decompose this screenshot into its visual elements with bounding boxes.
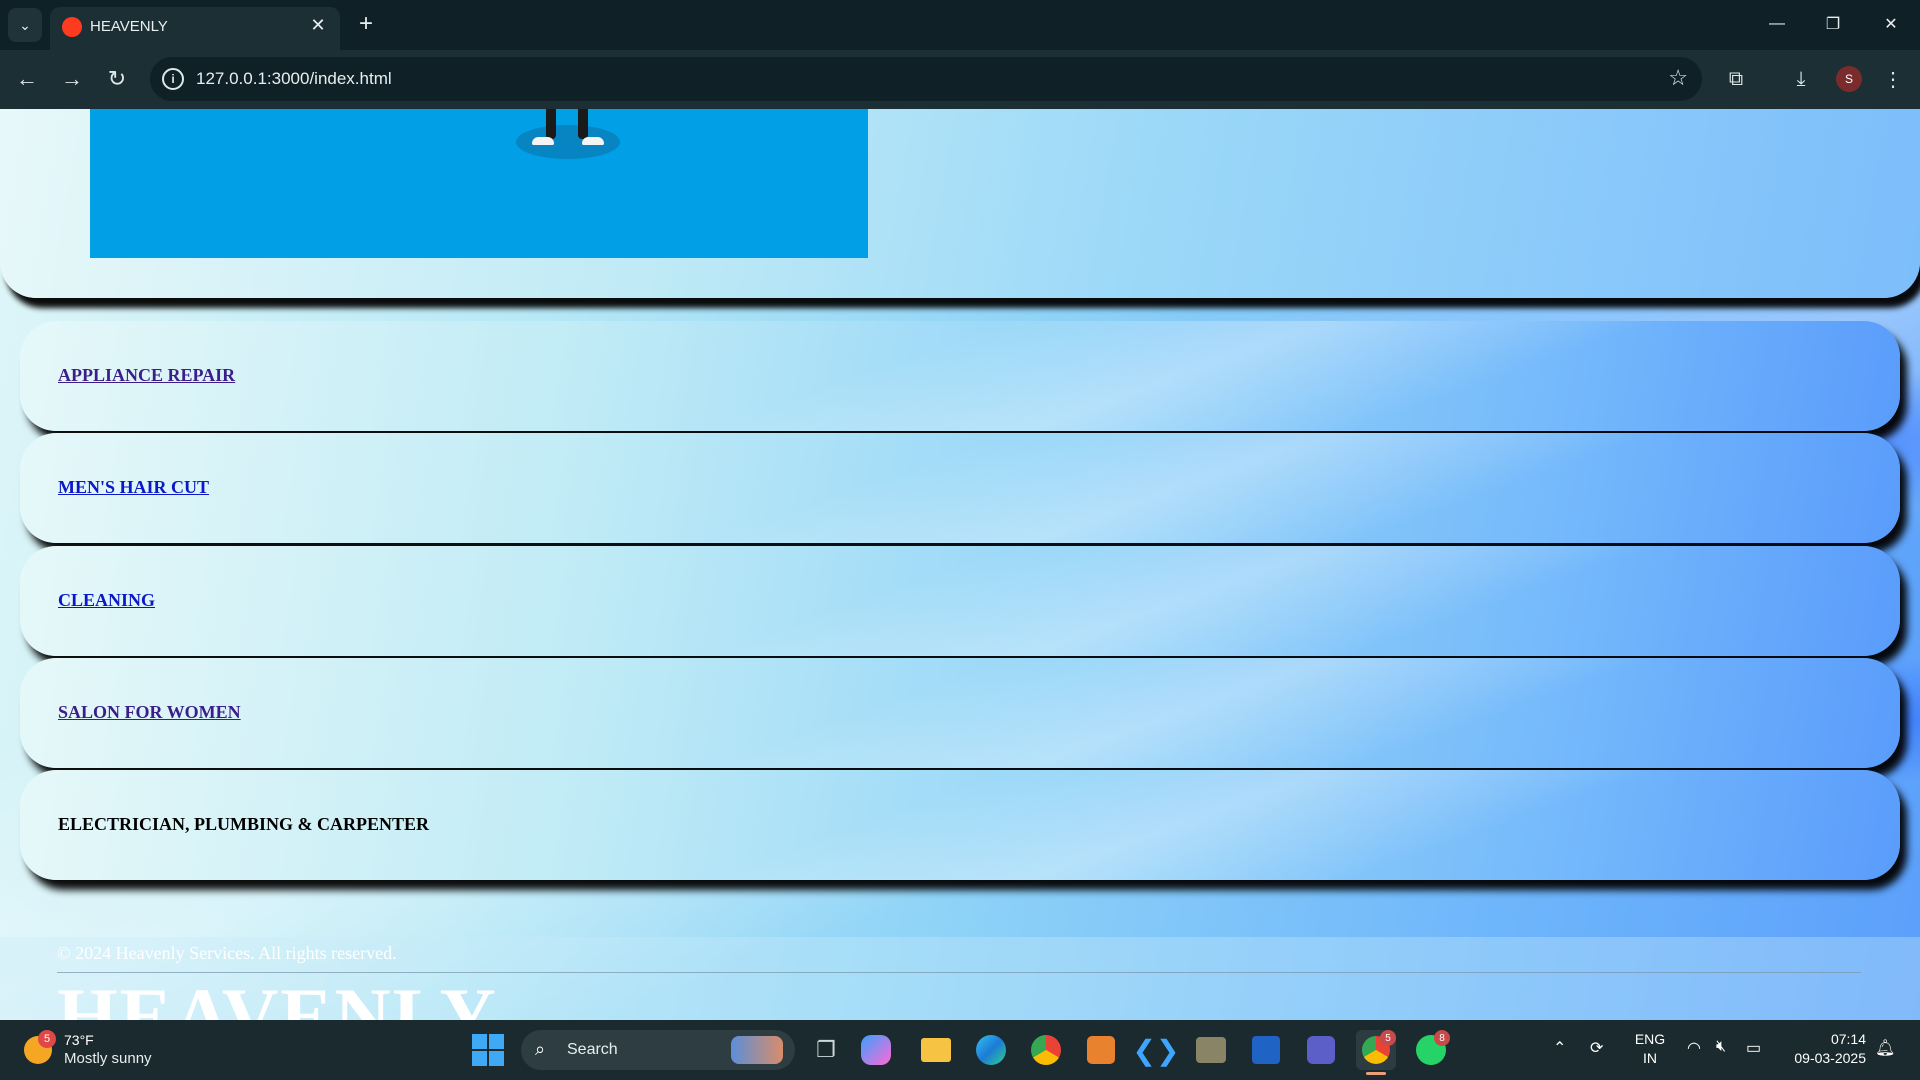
illustration-leg (546, 109, 556, 139)
sync-icon[interactable]: ⟳ (1590, 1038, 1603, 1058)
browser-tab[interactable]: HEAVENLY ✕ (50, 7, 340, 50)
weather-badge: 5 (38, 1030, 56, 1048)
profile-avatar[interactable]: S (1836, 66, 1862, 92)
arrow-left-icon: ← (16, 66, 38, 91)
devc-icon[interactable] (1246, 1030, 1286, 1070)
service-card-cleaning[interactable]: CLEANING (20, 546, 1900, 656)
copilot-icon[interactable] (861, 1035, 891, 1065)
service-label-electrician: ELECTRICIAN, PLUMBING & CARPENTER (58, 814, 430, 834)
tab-bar: ⌄ HEAVENLY ✕ + — ❐ ✕ (0, 0, 1920, 50)
address-bar[interactable]: i 127.0.0.1:3000/index.html ☆ (150, 57, 1702, 101)
arrow-right-icon: → (61, 66, 83, 91)
hero-section (0, 109, 1920, 298)
browser-toolbar: ← → ↻ i 127.0.0.1:3000/index.html ☆ ⧉ ⤓ … (0, 50, 1920, 109)
chrome-badge: 5 (1380, 1030, 1396, 1046)
weather-widget[interactable]: 5 73°F Mostly sunny (24, 1030, 174, 1070)
language-code: ENG (1634, 1031, 1666, 1047)
task-view-icon[interactable]: ❐ (806, 1030, 846, 1070)
illustration-shoe (532, 137, 554, 145)
clock-time: 07:14 (1830, 1031, 1866, 1047)
bookmark-star-icon[interactable]: ☆ (1668, 65, 1688, 91)
extensions-icon[interactable]: ⧉ (1719, 62, 1753, 96)
notification-bell-icon[interactable]: 🔔︎ (1875, 1038, 1895, 1058)
edge-icon[interactable] (971, 1030, 1011, 1070)
teams-icon[interactable] (1301, 1030, 1341, 1070)
service-card-mens-hair-cut[interactable]: MEN'S HAIR CUT (20, 433, 1900, 543)
forward-button[interactable]: → (55, 62, 89, 96)
vscode-icon[interactable]: ❮❯ (1133, 1030, 1180, 1070)
sublime-text-icon[interactable] (1081, 1030, 1121, 1070)
chevron-up-icon[interactable]: ⌃ (1553, 1038, 1566, 1058)
whatsapp-badge: 8 (1434, 1030, 1450, 1046)
battery-icon[interactable]: ▭ (1746, 1038, 1761, 1058)
illustration-shoe (582, 137, 604, 145)
chrome-active-indicator (1366, 1072, 1386, 1075)
hero-illustration (90, 109, 868, 258)
service-link-mens-hair-cut[interactable]: MEN'S HAIR CUT (58, 477, 209, 498)
service-link-cleaning[interactable]: CLEANING (58, 590, 155, 611)
tab-search-button[interactable]: ⌄ (8, 8, 42, 42)
illustration-leg (578, 109, 588, 139)
minimize-button[interactable]: — (1752, 6, 1802, 42)
reload-button[interactable]: ↻ (100, 62, 134, 96)
weather-temp: 73°F (64, 1032, 94, 1048)
clock[interactable]: 07:14 09-03-2025 (1780, 1030, 1866, 1068)
volume-muted-icon[interactable]: 🔇︎ (1716, 1038, 1726, 1056)
favicon-icon (62, 17, 82, 37)
windows-start-icon[interactable] (472, 1034, 504, 1066)
close-window-button[interactable]: ✕ (1866, 6, 1916, 42)
clock-date: 09-03-2025 (1794, 1050, 1866, 1066)
copyright-text: © 2024 Heavenly Services. All rights res… (57, 943, 397, 963)
taskbar: 5 73°F Mostly sunny ⌕ Search ❐ ❮❯ 5 8 ⌃ … (0, 1020, 1920, 1080)
language-region: IN (1643, 1050, 1657, 1066)
reload-icon: ↻ (107, 66, 127, 91)
new-tab-button[interactable]: + (352, 10, 380, 38)
app-icon[interactable] (1191, 1030, 1231, 1070)
weather-desc: Mostly sunny (64, 1050, 152, 1067)
page-footer: © 2024 Heavenly Services. All rights res… (0, 937, 1920, 1020)
restore-button[interactable]: ❐ (1808, 6, 1858, 42)
service-link-appliance-repair[interactable]: APPLIANCE REPAIR (58, 365, 235, 386)
taskbar-search-label: Search (567, 1041, 618, 1058)
back-button[interactable]: ← (10, 62, 44, 96)
footer-brand: HEAVENLY (57, 972, 498, 1021)
service-link-salon-for-women[interactable]: SALON FOR WOMEN (58, 702, 241, 723)
service-card-appliance-repair[interactable]: APPLIANCE REPAIR (20, 321, 1900, 431)
language-indicator[interactable]: ENG IN (1630, 1030, 1670, 1068)
search-highlight-icon (731, 1036, 783, 1064)
site-info-icon[interactable]: i (162, 68, 184, 90)
url-text[interactable]: 127.0.0.1:3000/index.html (196, 69, 392, 89)
service-card-electrician: ELECTRICIAN, PLUMBING & CARPENTER (20, 770, 1900, 880)
search-icon: ⌕ (535, 1039, 546, 1059)
chrome-icon[interactable] (1026, 1030, 1066, 1070)
tab-title: HEAVENLY (90, 18, 168, 35)
close-tab-icon[interactable]: ✕ (306, 13, 330, 37)
taskbar-search[interactable]: ⌕ Search (521, 1030, 795, 1070)
download-icon[interactable]: ⤓ (1784, 62, 1818, 96)
service-card-salon-for-women[interactable]: SALON FOR WOMEN (20, 658, 1900, 768)
menu-kebab-icon[interactable]: ⋮ (1876, 62, 1910, 96)
file-explorer-icon[interactable] (916, 1030, 956, 1070)
page-viewport: APPLIANCE REPAIR MEN'S HAIR CUT CLEANING… (0, 109, 1920, 1020)
wifi-icon[interactable]: ◠ (1687, 1038, 1701, 1058)
chevron-down-icon: ⌄ (19, 16, 31, 33)
